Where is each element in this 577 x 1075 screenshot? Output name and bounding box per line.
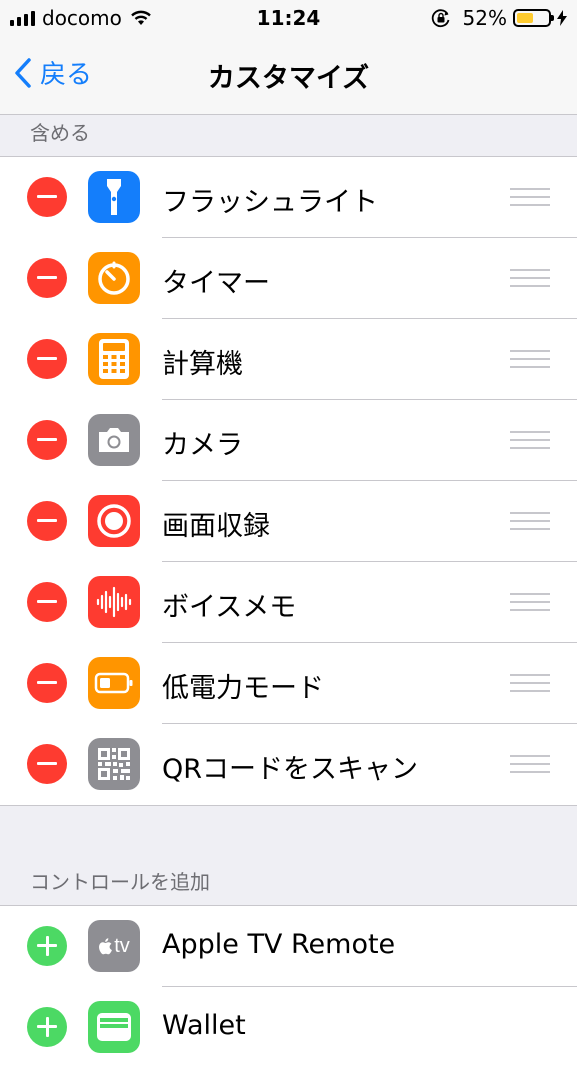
list-item[interactable]: カメラ (0, 400, 577, 481)
low-power-icon (88, 657, 140, 709)
status-right: 52% (431, 6, 567, 30)
reorder-handle-icon[interactable] (510, 269, 550, 287)
list-item[interactable]: 計算機 (0, 319, 577, 400)
list-item-label: 低電力モード (162, 673, 324, 704)
wallet-icon (88, 1001, 140, 1053)
add-button[interactable] (27, 926, 67, 966)
remove-button[interactable] (27, 339, 67, 379)
screen-recording-icon (88, 495, 140, 547)
remove-button[interactable] (27, 582, 67, 622)
more-list: tv Apple TV Remote Wallet (0, 905, 577, 1075)
list-item-label: タイマー (162, 268, 270, 299)
list-item[interactable]: 低電力モード (0, 643, 577, 724)
flashlight-icon (88, 171, 140, 223)
list-item-label: カメラ (162, 430, 243, 461)
remove-button[interactable] (27, 744, 67, 784)
list-item[interactable]: フラッシュライト (0, 157, 577, 238)
list-item-label: Wallet (162, 1010, 246, 1041)
charging-bolt-icon (557, 10, 567, 26)
voice-memo-icon (88, 576, 140, 628)
remove-button[interactable] (27, 663, 67, 703)
section-header-included: 含める (30, 121, 90, 145)
page-title: カスタマイズ (207, 63, 370, 94)
reorder-handle-icon[interactable] (510, 755, 550, 773)
status-bar: docomo 11:24 52% (0, 0, 577, 38)
remove-button[interactable] (27, 258, 67, 298)
apple-tv-icon-text: tv (114, 934, 130, 957)
navigation-bar: 戻る カスタマイズ (0, 38, 577, 115)
apple-tv-icon: tv (88, 920, 140, 972)
list-item[interactable]: Wallet (0, 987, 577, 1068)
rotation-lock-icon (431, 9, 449, 28)
list-item[interactable]: タイマー (0, 238, 577, 319)
list-item-label: QRコードをスキャン (162, 754, 419, 785)
list-item-label: ボイスメモ (162, 592, 297, 623)
list-item[interactable]: ボイスメモ (0, 562, 577, 643)
timer-icon (88, 252, 140, 304)
reorder-handle-icon[interactable] (510, 188, 550, 206)
camera-icon (88, 414, 140, 466)
reorder-handle-icon[interactable] (510, 674, 550, 692)
reorder-handle-icon[interactable] (510, 350, 550, 368)
calculator-icon (88, 333, 140, 385)
reorder-handle-icon[interactable] (510, 431, 550, 449)
battery-percent: 52% (462, 6, 507, 30)
battery-icon (513, 9, 554, 27)
qr-code-icon (88, 738, 140, 790)
list-item-label: 計算機 (162, 349, 243, 380)
list-item-label: フラッシュライト (162, 187, 378, 218)
remove-button[interactable] (27, 177, 67, 217)
remove-button[interactable] (27, 420, 67, 460)
reorder-handle-icon[interactable] (510, 593, 550, 611)
add-button[interactable] (27, 1007, 67, 1047)
list-item-label: Apple TV Remote (162, 929, 396, 960)
list-item-label: 画面収録 (162, 511, 270, 542)
reorder-handle-icon[interactable] (510, 512, 550, 530)
list-item[interactable]: 画面収録 (0, 481, 577, 562)
included-list: フラッシュライト タイマー計算機カメラ画面収録ボイスメモ低電力モード QRコードをス… (0, 156, 577, 806)
list-item[interactable]: tv Apple TV Remote (0, 906, 577, 987)
remove-button[interactable] (27, 501, 67, 541)
list-item[interactable]: QRコードをスキャン (0, 724, 577, 805)
section-header-more: コントロールを追加 (30, 870, 210, 894)
